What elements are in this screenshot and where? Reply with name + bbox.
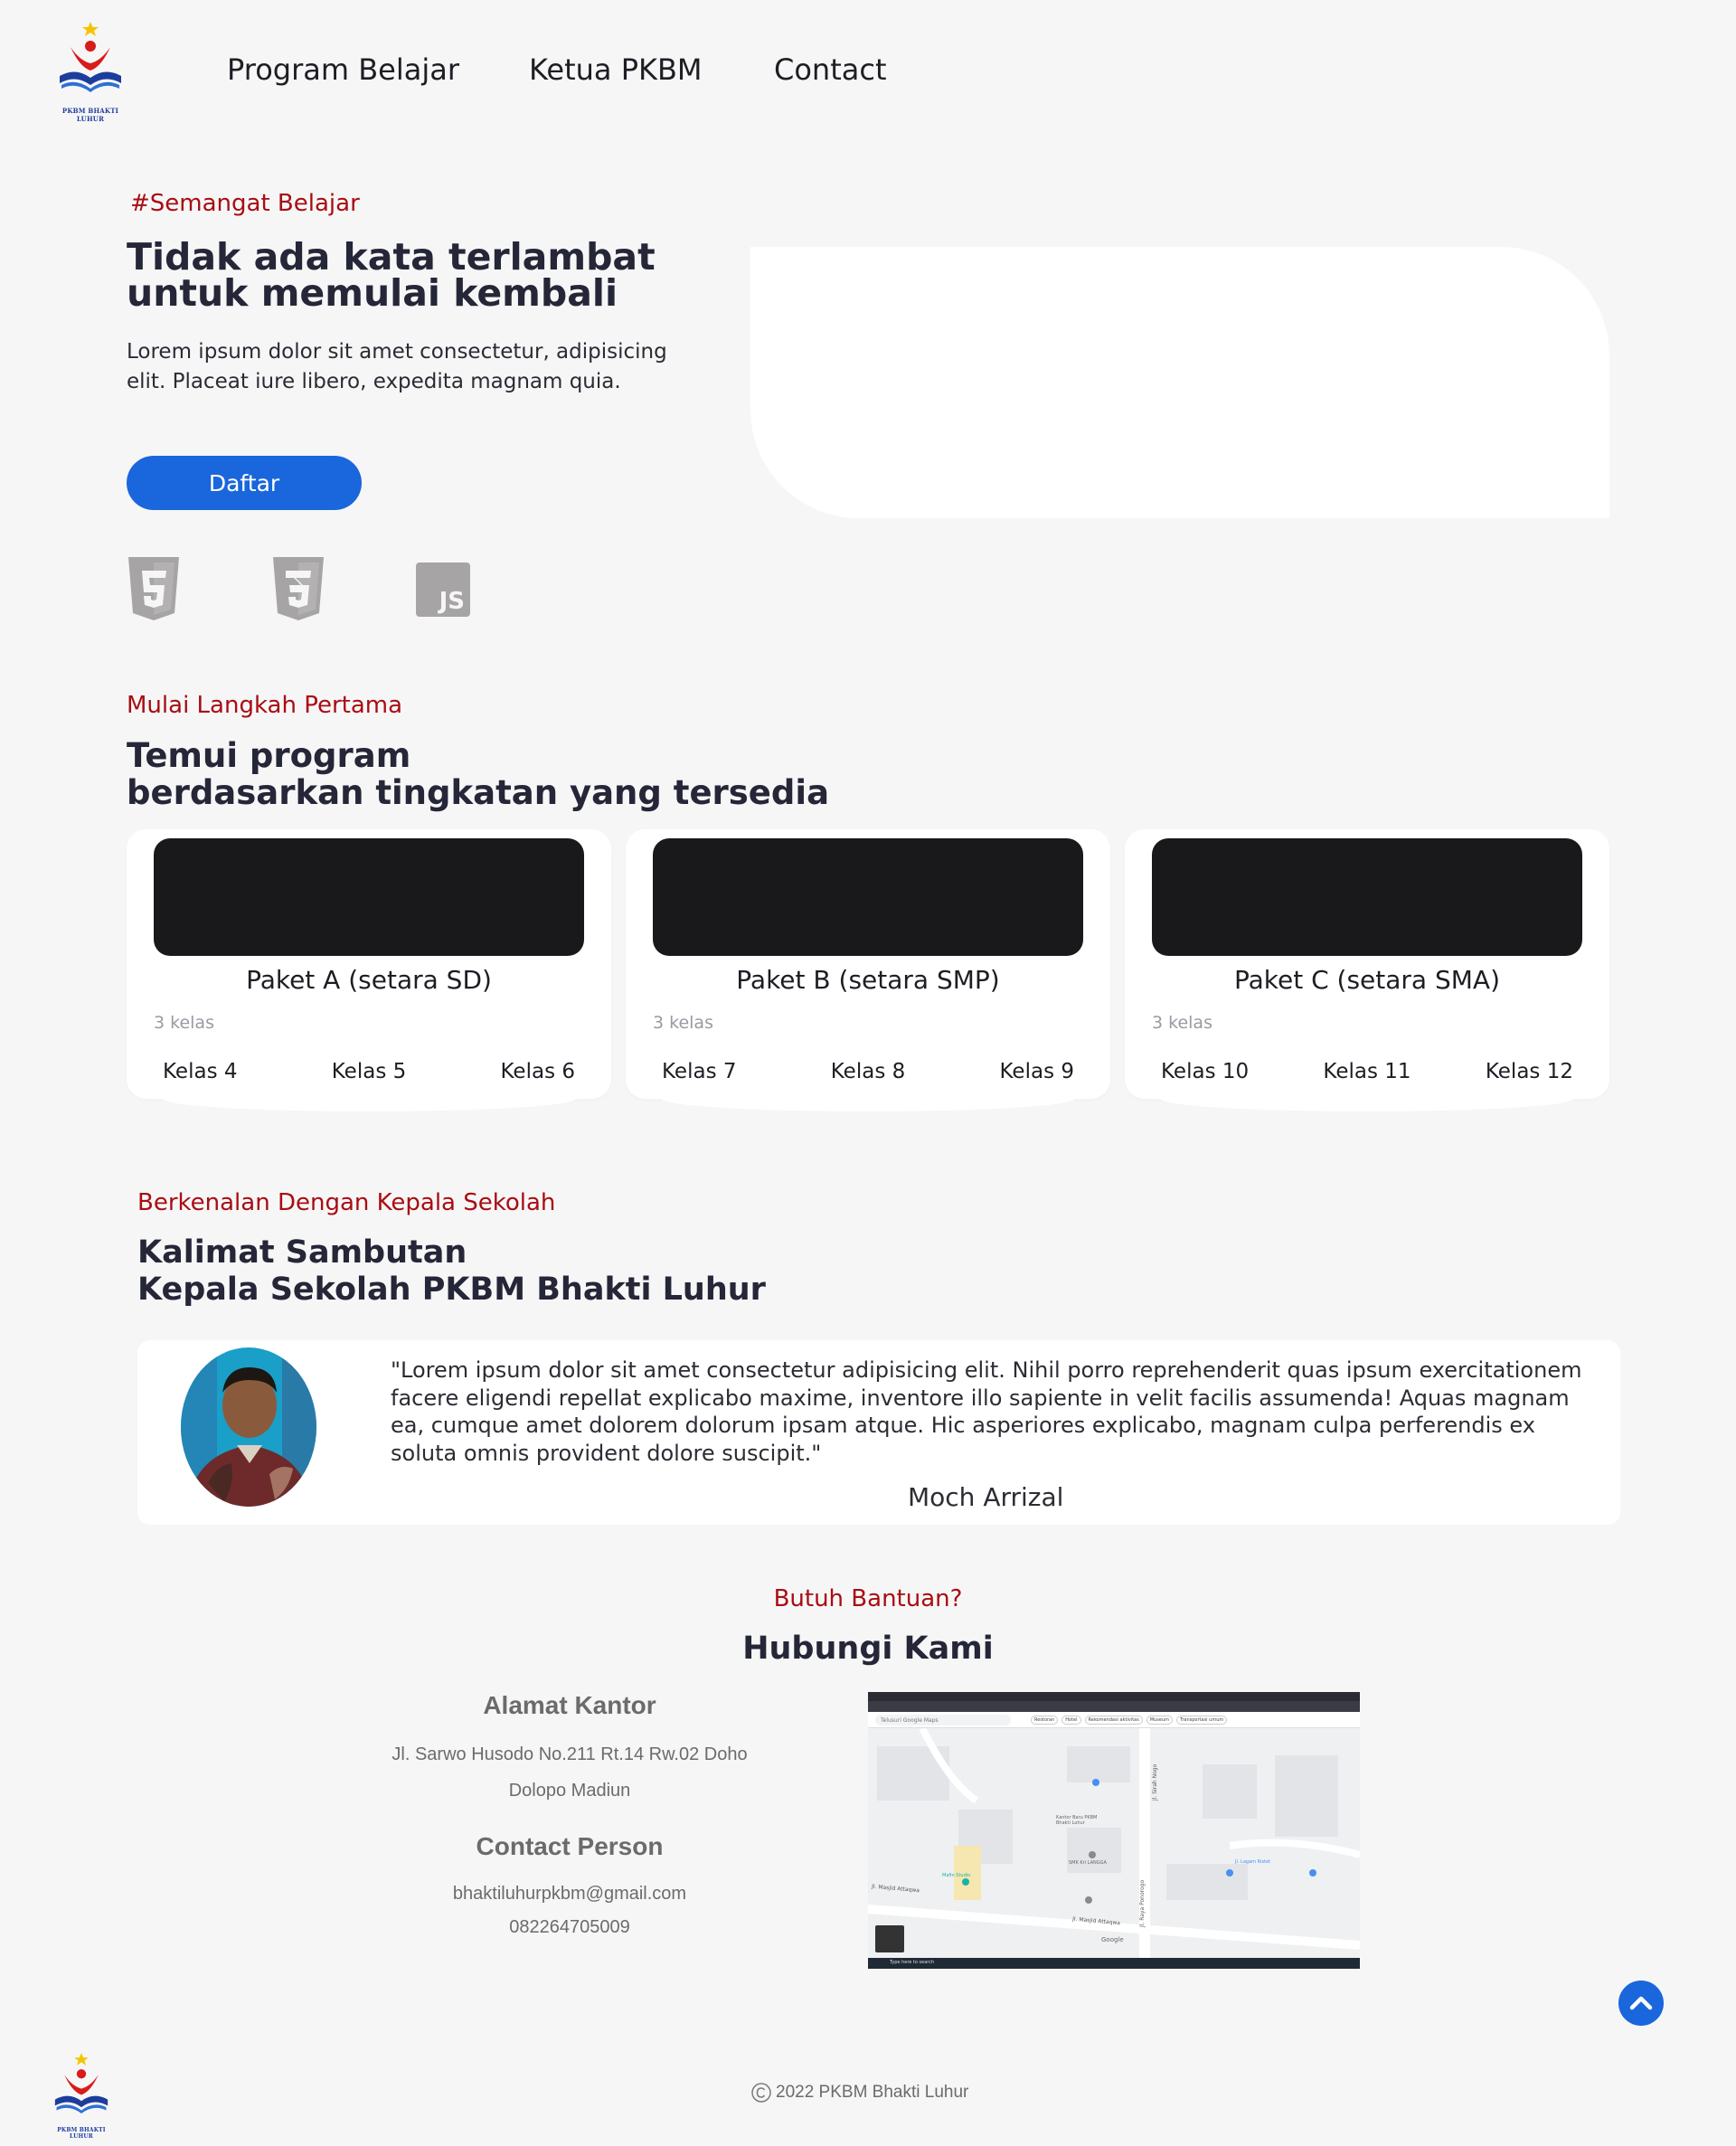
headmaster-title: Kalimat Sambutan Kepala Sekolah PKBM Bha… (137, 1234, 766, 1309)
headmaster-quote: "Lorem ipsum dolor sit amet consectetur … (391, 1357, 1582, 1466)
footer-copyright: 2022 PKBM Bhakti Luhur (750, 2082, 968, 2103)
programs-subtitle: Mulai Langkah Pertama (127, 692, 403, 719)
google-label: Google (1101, 1936, 1124, 1943)
css3-icon (273, 557, 324, 620)
grade-link[interactable]: Kelas 9 (991, 1060, 1084, 1083)
programs-title: Temui program berdasarkan tingkatan yang… (127, 737, 829, 811)
map-chips: Restoran Hotel Rekomendasi aktivitas Mus… (1031, 1716, 1228, 1725)
office-address: Jl. Sarwo Husodo No.211 Rt.14 Rw.02 Doho… (344, 1736, 796, 1809)
map-place-label: Mafin Studio (942, 1873, 971, 1878)
program-grades: Kelas 10 Kelas 11 Kelas 12 (1152, 1060, 1582, 1083)
program-class-count: 3 kelas (1152, 1013, 1212, 1033)
grade-link[interactable]: Kelas 6 (492, 1060, 585, 1083)
js-icon: JS (416, 562, 470, 617)
card-notch (662, 1086, 1074, 1111)
hero-description-line2: elit. Placeat iure libero, expedita magn… (127, 370, 621, 393)
chevron-up-icon (1629, 1996, 1653, 2010)
grade-link[interactable]: Kelas 10 (1152, 1060, 1258, 1083)
program-thumbnail (154, 838, 584, 956)
program-card-paket-b[interactable]: Paket B (setara SMP) 3 kelas Kelas 7 Kel… (626, 829, 1110, 1111)
program-title: Paket B (setara SMP) (736, 965, 1000, 995)
footer-logo[interactable]: PKBM BHAKTI LUHUR (49, 2051, 114, 2140)
hero-title-line2: untuk memulai kembali (127, 271, 618, 315)
headmaster-quote-card: "Lorem ipsum dolor sit amet consectetur … (137, 1340, 1620, 1525)
program-class-count: 3 kelas (154, 1013, 214, 1033)
hero-image-card (750, 247, 1609, 518)
nav-contact[interactable]: Contact (774, 52, 887, 87)
taskbar-search: Type here to search (890, 1960, 935, 1965)
program-thumbnail (1152, 838, 1582, 956)
headmaster-photo (181, 1347, 316, 1507)
program-class-count: 3 kelas (653, 1013, 713, 1033)
headmaster-name: Moch Arrizal (908, 1482, 1064, 1512)
contact-person-details: bhaktiluhurpkbm@gmail.com 082264705009 (344, 1877, 796, 1944)
map-place-label: Jl. Lagam Ristet (1235, 1859, 1271, 1865)
nav-ketua-pkbm[interactable]: Ketua PKBM (529, 52, 703, 87)
grade-link[interactable]: Kelas 5 (323, 1060, 416, 1083)
program-title: Paket C (setara SMA) (1233, 965, 1500, 995)
daftar-button[interactable]: Daftar (127, 456, 362, 510)
hero-title-line1: Tidak ada kata terlambat (127, 235, 656, 279)
hero-title: Tidak ada kata terlambat untuk memulai k… (127, 235, 656, 315)
js-icon-label: JS (439, 588, 465, 615)
footer-copyright-text: 2022 PKBM Bhakti Luhur (776, 2083, 969, 2102)
logo-emblem-icon (54, 2053, 108, 2113)
headmaster-title-line2: Kepala Sekolah PKBM Bhakti Luhur (137, 1272, 766, 1308)
map-chip[interactable]: Restoran (1031, 1716, 1059, 1725)
grade-link[interactable]: Kelas 8 (822, 1060, 915, 1083)
office-address-line2: Dolopo Madiun (508, 1781, 631, 1801)
contact-subtitle: Butuh Bantuan? (773, 1585, 963, 1612)
map-toolbar: Telusuri Google Maps Restoran Hotel Reko… (868, 1712, 1360, 1728)
map-place-label: SMK Kri LANGGA (1069, 1860, 1107, 1866)
contact-email[interactable]: bhaktiluhurpkbm@gmail.com (344, 1877, 796, 1911)
card-notch (163, 1086, 575, 1111)
logo-emblem-icon (60, 22, 121, 92)
map-search-input[interactable]: Telusuri Google Maps (875, 1715, 1011, 1725)
avatar (181, 1347, 316, 1507)
copyright-icon (751, 2083, 771, 2103)
contact-phone[interactable]: 082264705009 (344, 1911, 796, 1944)
headmaster-subtitle: Berkenalan Dengan Kepala Sekolah (137, 1189, 556, 1216)
map-road-label: Jl. Raya Ponorogo (1139, 1879, 1146, 1927)
logo-caption: PKBM BHAKTI LUHUR (61, 107, 119, 123)
map-road-label: Jl. Sirah Nogo (1152, 1763, 1158, 1801)
program-card-paket-a[interactable]: Paket A (setara SD) 3 kelas Kelas 4 Kela… (127, 829, 611, 1111)
office-address-line1: Jl. Sarwo Husodo No.211 Rt.14 Rw.02 Doho (392, 1744, 748, 1764)
contact-title: Hubungi Kami (742, 1631, 994, 1667)
grade-link[interactable]: Kelas 11 (1314, 1060, 1420, 1083)
html5-icon (128, 557, 179, 620)
browser-tabbar (868, 1692, 1360, 1701)
location-map[interactable]: Telusuri Google Maps Restoran Hotel Reko… (868, 1692, 1360, 1969)
grade-link[interactable]: Kelas 7 (653, 1060, 746, 1083)
logo-caption: PKBM BHAKTI LUHUR (57, 2127, 106, 2140)
grade-link[interactable]: Kelas 4 (154, 1060, 247, 1083)
programs-title-line1: Temui program (127, 736, 411, 775)
nav-program-belajar[interactable]: Program Belajar (227, 52, 459, 87)
site-logo[interactable]: PKBM BHAKTI LUHUR (52, 20, 128, 123)
program-thumbnail (653, 838, 1083, 956)
windows-taskbar: Type here to search (868, 1958, 1360, 1969)
map-chip[interactable]: Transportasi umum (1176, 1716, 1228, 1725)
programs-title-line2: berdasarkan tingkatan yang tersedia (127, 773, 830, 812)
browser-urlbar (868, 1701, 1360, 1712)
map-chip[interactable]: Museum (1146, 1716, 1174, 1725)
contact-info: Alamat Kantor Jl. Sarwo Husodo No.211 Rt… (344, 1691, 796, 1944)
map-chip[interactable]: Hotel (1061, 1716, 1081, 1725)
map-place-label: Kantor Baru PKBM Bhakti Luhur (1056, 1815, 1098, 1826)
hero-description-line1: Lorem ipsum dolor sit amet consectetur, … (127, 340, 667, 364)
grade-link[interactable]: Kelas 12 (1477, 1060, 1582, 1083)
scroll-to-top-button[interactable] (1618, 1981, 1664, 2026)
office-heading: Alamat Kantor (483, 1691, 656, 1719)
program-grades: Kelas 7 Kelas 8 Kelas 9 (653, 1060, 1083, 1083)
program-card-paket-c[interactable]: Paket C (setara SMA) 3 kelas Kelas 10 Ke… (1125, 829, 1609, 1111)
program-title: Paket A (setara SD) (246, 965, 492, 995)
contact-person-heading: Contact Person (476, 1832, 664, 1860)
card-notch (1161, 1086, 1573, 1111)
hero-description: Lorem ipsum dolor sit amet consectetur, … (127, 337, 667, 397)
headmaster-title-line1: Kalimat Sambutan (137, 1234, 467, 1271)
program-grades: Kelas 4 Kelas 5 Kelas 6 (154, 1060, 584, 1083)
map-chip[interactable]: Rekomendasi aktivitas (1084, 1716, 1143, 1725)
hero-tagline: #Semangat Belajar (130, 190, 360, 217)
